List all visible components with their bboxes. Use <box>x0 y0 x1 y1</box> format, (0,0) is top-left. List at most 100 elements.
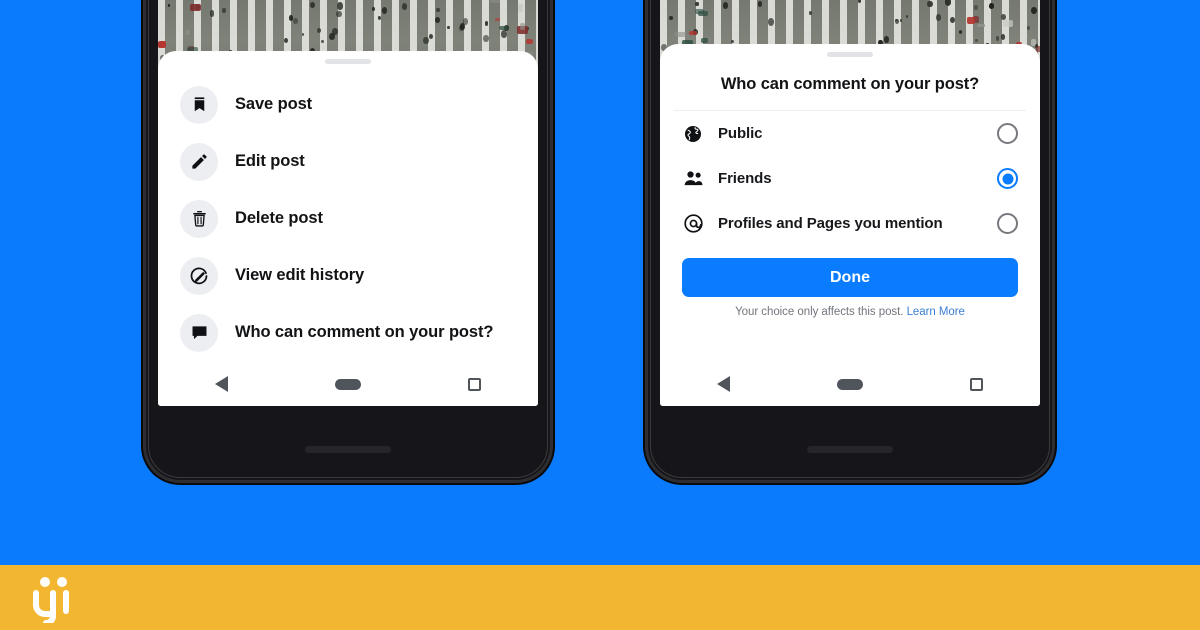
crowd-dot <box>209 10 215 17</box>
brand-logo <box>33 577 69 623</box>
crowd-dot <box>320 39 324 44</box>
nav-back-button[interactable] <box>693 369 753 399</box>
nav-home-button[interactable] <box>820 369 880 399</box>
dialog-title: Who can comment on your post? <box>720 75 980 93</box>
option-label: Profiles and Pages you mention <box>718 215 943 232</box>
screenshot-canvas: Save post Edit post Delete post View edi… <box>0 0 1200 630</box>
menu-item-label: Save post <box>235 95 313 113</box>
nav-home-button[interactable] <box>318 369 378 399</box>
vehicle-shape <box>190 3 201 12</box>
crowd-dot <box>483 35 489 42</box>
friends-icon <box>682 168 704 189</box>
vehicle-shape <box>976 23 985 28</box>
menu-item-save-post[interactable]: Save post <box>158 76 538 133</box>
radio-public[interactable] <box>997 123 1018 144</box>
post-options-menu: Save post Edit post Delete post View edi… <box>158 64 538 361</box>
crowd-dot <box>1026 25 1031 31</box>
radio-mentions[interactable] <box>997 213 1018 234</box>
crowd-dot <box>695 2 699 7</box>
crowd-dot <box>1031 7 1037 15</box>
bookmark-icon <box>180 85 218 124</box>
comment-audience-dialog: Who can comment on your post? Public Fri… <box>660 44 1040 406</box>
vehicle-shape <box>701 38 709 44</box>
crowd-dot <box>731 39 735 44</box>
crowd-dot <box>332 28 338 36</box>
crowd-dot <box>857 0 862 3</box>
android-navigation-bar <box>158 362 538 406</box>
vehicle-shape <box>1003 19 1014 28</box>
post-options-bottom-sheet: Save post Edit post Delete post View edi… <box>158 51 538 406</box>
menu-item-edit-post[interactable]: Edit post <box>158 133 538 190</box>
vehicle-shape <box>499 26 509 31</box>
crowd-dot <box>975 38 978 42</box>
home-pill-icon <box>836 378 863 390</box>
menu-item-label: Who can comment on your post? <box>235 323 494 341</box>
menu-item-label: Edit post <box>235 152 305 170</box>
option-row-friends[interactable]: Friends <box>660 156 1040 201</box>
crowd-dot <box>381 6 388 14</box>
crowd-dot <box>310 1 315 8</box>
vehicle-shape <box>158 40 167 48</box>
phone-speaker-grille <box>305 446 391 453</box>
crowd-dot <box>950 16 956 23</box>
footnote-text: Your choice only affects this post. <box>735 306 904 318</box>
vehicle-shape <box>185 30 190 36</box>
android-navigation-bar <box>660 362 1040 406</box>
phone-speaker-grille <box>807 446 893 453</box>
crowd-dot <box>958 29 963 34</box>
crowd-dot <box>402 3 407 10</box>
globe-icon <box>682 124 704 144</box>
learn-more-link[interactable]: Learn More <box>907 306 965 318</box>
crowd-dot <box>995 35 1000 41</box>
edit-history-icon <box>180 256 218 295</box>
left-phone-device: Save post Edit post Delete post View edi… <box>146 0 550 480</box>
vehicle-shape <box>517 4 524 12</box>
vehicle-shape <box>489 0 501 4</box>
done-button[interactable]: Done <box>682 258 1018 297</box>
crowd-dot <box>167 4 171 8</box>
vehicle-shape <box>1030 39 1037 47</box>
nav-back-button[interactable] <box>191 369 251 399</box>
crowd-dot <box>669 15 673 21</box>
menu-item-who-can-comment[interactable]: Who can comment on your post? <box>158 304 538 361</box>
option-row-public[interactable]: Public <box>660 111 1040 156</box>
nav-recents-button[interactable] <box>445 369 505 399</box>
comment-bubble-icon <box>180 313 218 352</box>
radio-friends[interactable] <box>997 168 1018 189</box>
crowd-dot <box>809 10 813 15</box>
brand-bar <box>0 565 1200 630</box>
vehicle-shape <box>694 8 705 15</box>
crowd-dot <box>974 5 978 10</box>
recents-square-icon <box>468 377 482 391</box>
crowd-dot <box>459 23 465 30</box>
crowd-dot <box>428 33 434 40</box>
left-phone-screen: Save post Edit post Delete post View edi… <box>158 0 538 406</box>
option-label: Friends <box>718 170 772 187</box>
option-row-mentions[interactable]: Profiles and Pages you mention <box>660 201 1040 246</box>
vehicle-shape <box>495 17 500 22</box>
crowd-dot <box>501 30 507 38</box>
crowd-dot <box>935 14 942 22</box>
crowd-dot <box>883 36 890 44</box>
crowd-dot <box>757 1 762 7</box>
crowd-dot <box>423 36 429 44</box>
crowd-dot <box>989 3 994 9</box>
crowd-dot <box>435 16 441 23</box>
vehicle-shape <box>525 39 533 45</box>
option-label: Public <box>718 125 763 142</box>
menu-item-label: View edit history <box>235 266 365 284</box>
at-icon <box>682 213 704 234</box>
menu-item-delete-post[interactable]: Delete post <box>158 190 538 247</box>
right-phone-screen: Who can comment on your post? Public Fri… <box>660 0 1040 406</box>
back-triangle-icon <box>214 376 228 392</box>
vehicle-shape <box>689 31 698 35</box>
vehicle-shape <box>519 22 525 30</box>
menu-item-view-edit-history[interactable]: View edit history <box>158 247 538 304</box>
crowd-dot <box>283 38 288 44</box>
menu-item-label: Delete post <box>235 209 323 227</box>
crowd-dot <box>336 10 342 18</box>
nav-recents-button[interactable] <box>947 369 1007 399</box>
crowd-dot <box>722 2 728 9</box>
crowd-dot <box>222 8 226 13</box>
crowd-dot <box>301 32 305 36</box>
